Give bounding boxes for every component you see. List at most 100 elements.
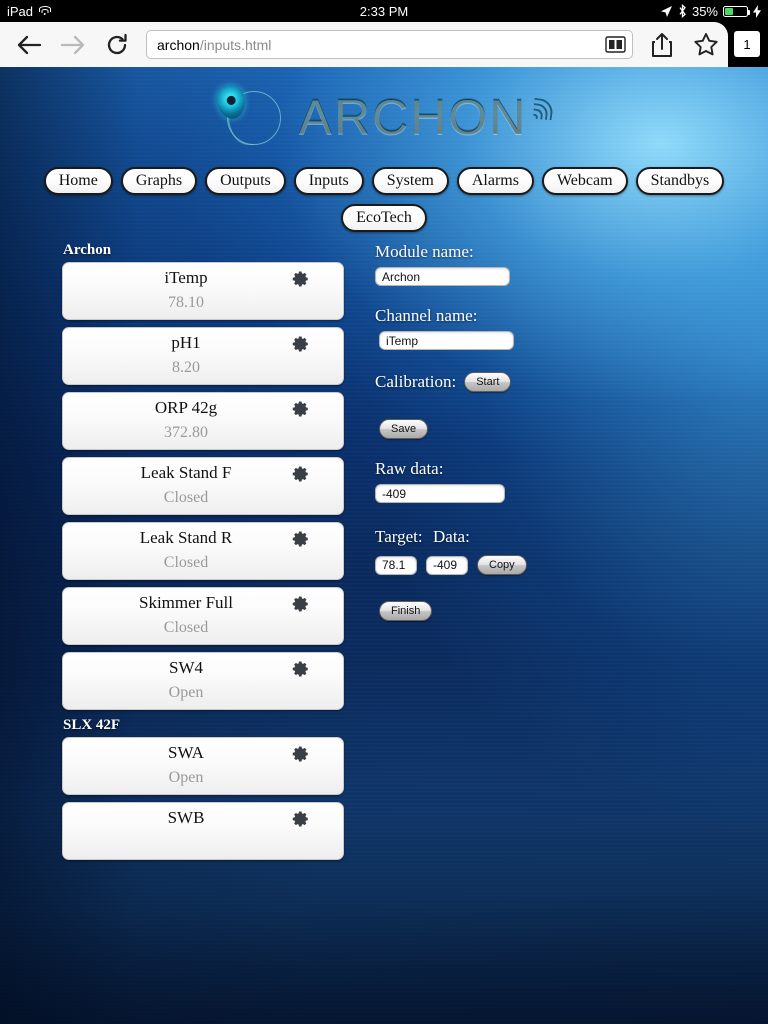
nav-item-alarms[interactable]: Alarms xyxy=(456,167,534,195)
back-button[interactable] xyxy=(8,24,50,66)
channel-item-swb[interactable]: SWB xyxy=(62,802,344,860)
channel-name: SWB xyxy=(167,808,205,827)
nav-item-inputs[interactable]: Inputs xyxy=(293,167,364,195)
channel-value: 78.10 xyxy=(168,294,204,311)
channel-name: SWA xyxy=(168,743,204,762)
logo-wordmark: ARCHON xyxy=(298,89,528,145)
share-button[interactable] xyxy=(641,24,683,66)
channel-value: 372.80 xyxy=(164,424,208,441)
nav-item-standbys[interactable]: Standbys xyxy=(635,167,725,195)
gear-icon[interactable] xyxy=(292,530,310,548)
channel-item-itemp[interactable]: iTemp 78.10 xyxy=(62,262,344,320)
status-bar-right: 35% xyxy=(660,0,761,22)
channel-item-swa[interactable]: SWA Open xyxy=(62,737,344,795)
nav-item-home[interactable]: Home xyxy=(43,167,113,195)
lightning-bolt-icon xyxy=(753,4,761,18)
nav-item-webcam[interactable]: Webcam xyxy=(541,167,628,195)
signal-waves-icon xyxy=(531,87,557,143)
gear-icon[interactable] xyxy=(292,400,310,418)
url-path: /inputs.html xyxy=(199,36,272,53)
browser-toolbar: archon/inputs.html 1 xyxy=(0,22,768,67)
group-title-slx-42f: SLX 42F xyxy=(63,717,121,733)
gear-icon[interactable] xyxy=(292,810,310,828)
battery-percent: 35% xyxy=(691,3,718,19)
channel-list: Archon iTemp 78.10 pH1 8.20 ORP 42g 372.… xyxy=(62,242,344,867)
target-data-labels: Target: Data: xyxy=(375,527,735,547)
channel-name: Skimmer Full xyxy=(139,593,233,612)
data-input[interactable]: -409 xyxy=(426,555,468,575)
channel-name: Leak Stand F xyxy=(140,463,232,482)
nav-item-outputs[interactable]: Outputs xyxy=(205,167,286,195)
channel-name: ORP 42g xyxy=(154,398,218,417)
gear-icon[interactable] xyxy=(292,745,310,763)
status-bar-clock: 2:33 PM xyxy=(359,3,409,19)
share-icon xyxy=(652,32,672,57)
forward-button[interactable] xyxy=(52,24,94,66)
reload-icon xyxy=(107,33,127,54)
finish-button[interactable]: Finish xyxy=(379,601,433,621)
start-button[interactable]: Start xyxy=(464,372,512,392)
gear-icon[interactable] xyxy=(292,270,310,288)
module-name-label: Module name: xyxy=(375,242,474,261)
bookmark-button[interactable] xyxy=(685,24,727,66)
channel-name: iTemp xyxy=(164,268,208,287)
channel-item-leak-stand-f[interactable]: Leak Stand F Closed xyxy=(62,457,344,515)
channel-value: Closed xyxy=(163,554,209,571)
raw-data-input[interactable]: -409 xyxy=(375,484,505,503)
target-input[interactable]: 78.1 xyxy=(375,555,417,575)
reload-button[interactable] xyxy=(96,24,138,66)
channel-name-label: Channel name: xyxy=(375,306,478,325)
calibration-label: Calibration: xyxy=(375,372,457,391)
back-arrow-icon xyxy=(17,35,42,54)
page-content: ARCHON Home Graphs Outputs Inputs System… xyxy=(0,67,768,1024)
channel-value: Open xyxy=(168,684,204,701)
calibration-row: Calibration: Start xyxy=(375,372,735,392)
ios-status-bar: iPad 2:33 PM 35% xyxy=(0,0,768,22)
archon-drop-icon xyxy=(211,82,295,147)
channel-name-input[interactable]: iTemp xyxy=(379,331,514,350)
channel-item-orp-42g[interactable]: ORP 42g 372.80 xyxy=(62,392,344,450)
target-data-inputs: 78.1 -409 Copy xyxy=(375,555,735,575)
site-logo: ARCHON xyxy=(0,79,768,151)
battery-icon xyxy=(723,5,751,17)
main-navigation: Home Graphs Outputs Inputs System Alarms… xyxy=(0,167,768,241)
channel-name: Leak Stand R xyxy=(139,528,233,547)
gear-icon[interactable] xyxy=(292,335,310,353)
group-title-archon: Archon xyxy=(63,242,112,258)
channel-name: SW4 xyxy=(169,658,203,677)
gear-icon[interactable] xyxy=(292,660,310,678)
copy-button[interactable]: Copy xyxy=(477,555,527,575)
data-label: Data: xyxy=(433,527,470,546)
save-button[interactable]: Save xyxy=(379,419,429,439)
nav-row-secondary: EcoTech xyxy=(0,204,768,232)
raw-data-label: Raw data: xyxy=(375,459,444,478)
url-text: archon/inputs.html xyxy=(157,37,605,53)
channel-item-sw4[interactable]: SW4 Open xyxy=(62,652,344,710)
screen: iPad 2:33 PM 35% archon/inputs.html 1 AR… xyxy=(0,0,768,1024)
nav-item-graphs[interactable]: Graphs xyxy=(120,167,198,195)
target-label: Target: xyxy=(375,527,423,546)
location-arrow-icon xyxy=(660,5,672,17)
channel-item-skimmer-full[interactable]: Skimmer Full Closed xyxy=(62,587,344,645)
reader-book-icon[interactable] xyxy=(605,36,626,53)
gear-icon[interactable] xyxy=(292,595,310,613)
module-name-input[interactable]: Archon xyxy=(375,267,510,286)
nav-item-system[interactable]: System xyxy=(371,167,449,195)
bookmark-star-icon xyxy=(694,33,718,56)
channel-value: Closed xyxy=(163,619,209,636)
finish-row: Finish xyxy=(375,601,735,621)
save-row: Save xyxy=(375,419,735,439)
nav-item-ecotech[interactable]: EcoTech xyxy=(341,204,427,232)
url-host: archon xyxy=(157,36,200,53)
url-bar[interactable]: archon/inputs.html xyxy=(146,30,633,59)
forward-arrow-icon xyxy=(60,35,85,54)
channel-value: 8.20 xyxy=(172,359,200,376)
nav-row-primary: Home Graphs Outputs Inputs System Alarms… xyxy=(0,167,768,195)
channel-item-leak-stand-r[interactable]: Leak Stand R Closed xyxy=(62,522,344,580)
gear-icon[interactable] xyxy=(292,465,310,483)
tab-count-button[interactable]: 1 xyxy=(734,31,760,57)
channel-item-ph1[interactable]: pH1 8.20 xyxy=(62,327,344,385)
channel-value: Open xyxy=(168,769,204,786)
bluetooth-icon xyxy=(679,4,686,18)
channel-value: Closed xyxy=(163,489,209,506)
